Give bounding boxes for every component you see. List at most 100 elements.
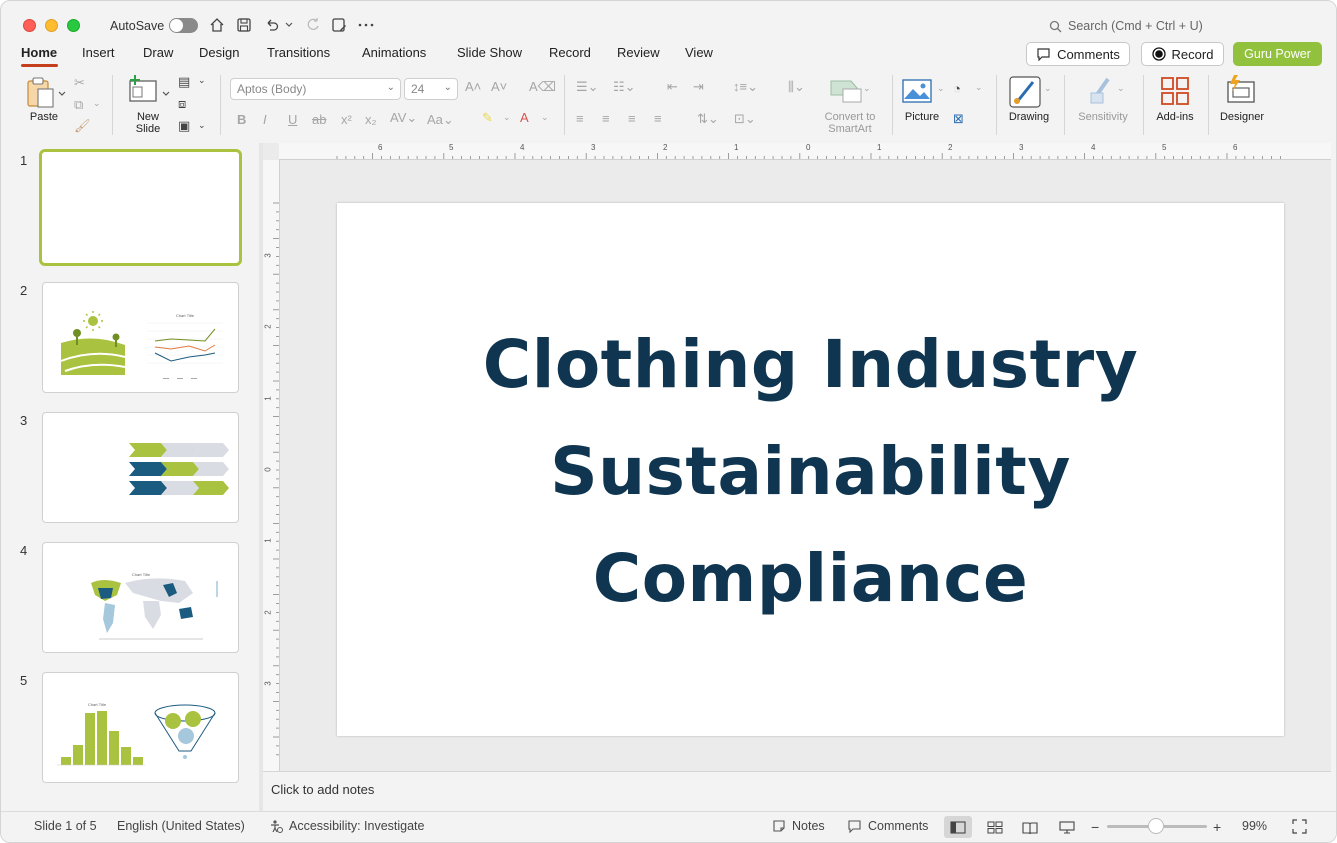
layout-dropdown-icon[interactable]: ⌄ bbox=[198, 75, 206, 86]
align-text-icon[interactable]: ⊡⌄ bbox=[734, 111, 756, 127]
language-indicator[interactable]: English (United States) bbox=[117, 819, 245, 833]
drawing-dropdown-icon[interactable]: ⌄ bbox=[1044, 83, 1052, 94]
clear-formatting-icon[interactable]: A⌫ bbox=[529, 79, 556, 95]
tab-transitions[interactable]: Transitions bbox=[267, 45, 330, 60]
drawing-icon[interactable] bbox=[1009, 76, 1041, 108]
section-dropdown-icon[interactable]: ⌄ bbox=[198, 120, 206, 131]
zoom-out-button[interactable]: − bbox=[1091, 819, 1099, 835]
shapes-icon[interactable]: ◔ bbox=[953, 81, 961, 96]
increase-indent-icon[interactable]: ⇥ bbox=[693, 79, 704, 95]
notes-toggle-button[interactable]: Notes bbox=[772, 819, 825, 833]
zoom-level[interactable]: 99% bbox=[1242, 819, 1267, 833]
save-as-icon[interactable] bbox=[329, 15, 349, 35]
tab-animations[interactable]: Animations bbox=[362, 45, 426, 60]
shapes-dropdown-icon[interactable]: ⌄ bbox=[975, 82, 983, 93]
character-spacing-icon[interactable]: AV⌄ bbox=[390, 110, 417, 126]
numbering-icon[interactable]: ☷⌄ bbox=[613, 79, 636, 95]
thumbnail-slide-5[interactable]: Chart Title bbox=[42, 672, 239, 783]
tab-review[interactable]: Review bbox=[617, 45, 660, 60]
cut-icon[interactable]: ✂ bbox=[74, 75, 85, 91]
change-case-icon[interactable]: Aa⌄ bbox=[427, 112, 454, 128]
slide-canvas[interactable]: Clothing Industry Sustainability Complia… bbox=[337, 203, 1284, 736]
highlight-icon[interactable]: ✎ bbox=[482, 110, 493, 126]
fit-to-window-button[interactable] bbox=[1292, 819, 1307, 837]
reading-view-button[interactable] bbox=[1016, 816, 1044, 838]
columns-icon[interactable]: ⫼⌄ bbox=[788, 79, 805, 95]
notes-pane[interactable]: Click to add notes bbox=[263, 771, 1331, 811]
text-direction-icon[interactable]: ⇅⌄ bbox=[697, 111, 719, 127]
undo-icon[interactable] bbox=[262, 15, 282, 35]
picture-icon[interactable] bbox=[902, 79, 932, 103]
font-size-select[interactable]: 24 ⌄ bbox=[404, 78, 458, 100]
reset-slide-icon[interactable]: ⧈ bbox=[178, 96, 186, 112]
section-icon[interactable]: ▣ bbox=[178, 118, 190, 134]
tab-home[interactable]: Home bbox=[21, 45, 57, 60]
font-name-select[interactable]: Aptos (Body) ⌄ bbox=[230, 78, 401, 100]
tab-slide-show[interactable]: Slide Show bbox=[457, 45, 522, 60]
sensitivity-dropdown-icon[interactable]: ⌄ bbox=[1117, 83, 1125, 94]
tab-insert[interactable]: Insert bbox=[82, 45, 115, 60]
close-window-button[interactable] bbox=[23, 19, 36, 32]
align-left-icon[interactable]: ≡ bbox=[576, 111, 584, 126]
tab-record[interactable]: Record bbox=[549, 45, 591, 60]
font-color-icon[interactable]: A bbox=[520, 110, 529, 125]
accessibility-checker[interactable]: Accessibility: Investigate bbox=[269, 819, 424, 833]
font-color-dropdown-icon[interactable]: ⌄ bbox=[541, 112, 549, 123]
guru-power-button[interactable]: Guru Power bbox=[1233, 42, 1322, 66]
normal-view-button[interactable] bbox=[944, 816, 972, 838]
tab-draw[interactable]: Draw bbox=[143, 45, 173, 60]
underline-icon[interactable]: U bbox=[288, 112, 297, 127]
increase-font-icon[interactable]: A˄ bbox=[465, 79, 481, 94]
save-icon[interactable] bbox=[234, 15, 254, 35]
tab-design[interactable]: Design bbox=[199, 45, 239, 60]
designer-icon[interactable] bbox=[1225, 74, 1257, 106]
align-right-icon[interactable]: ≡ bbox=[628, 111, 636, 126]
superscript-icon[interactable]: x² bbox=[341, 112, 352, 127]
thumbnail-slide-1[interactable] bbox=[39, 149, 242, 266]
more-options-icon[interactable] bbox=[356, 15, 376, 35]
paste-dropdown-icon[interactable] bbox=[58, 86, 68, 100]
italic-icon[interactable]: I bbox=[263, 112, 267, 127]
sensitivity-icon[interactable] bbox=[1088, 75, 1114, 105]
autosave-toggle[interactable] bbox=[169, 18, 198, 33]
search-bar[interactable]: Search (Cmd + Ctrl + U) bbox=[1049, 19, 1203, 33]
comments-button[interactable]: Comments bbox=[1026, 42, 1130, 66]
bold-icon[interactable]: B bbox=[237, 112, 246, 127]
zoom-in-button[interactable]: + bbox=[1213, 819, 1221, 835]
thumbnail-slide-2[interactable]: Chart Title bbox=[42, 282, 239, 393]
maximize-window-button[interactable] bbox=[67, 19, 80, 32]
text-box-icon[interactable]: ⊠ bbox=[953, 111, 964, 127]
smartart-dropdown-icon[interactable]: ⌄ bbox=[863, 83, 871, 94]
layout-icon[interactable]: ▤ bbox=[178, 74, 190, 90]
line-spacing-icon[interactable]: ↕≡⌄ bbox=[733, 79, 758, 95]
minimize-window-button[interactable] bbox=[45, 19, 58, 32]
thumbnail-slide-4[interactable]: Chart Title bbox=[42, 542, 239, 653]
slide-show-button[interactable] bbox=[1053, 816, 1081, 838]
zoom-slider-handle[interactable] bbox=[1148, 818, 1164, 834]
thumbnail-slide-3[interactable] bbox=[42, 412, 239, 523]
highlight-dropdown-icon[interactable]: ⌄ bbox=[503, 112, 511, 123]
align-center-icon[interactable]: ≡ bbox=[602, 111, 610, 126]
redo-icon[interactable] bbox=[303, 15, 323, 35]
copy-dropdown-icon[interactable]: ⌄ bbox=[93, 98, 101, 109]
decrease-font-icon[interactable]: A˅ bbox=[491, 79, 507, 94]
new-slide-icon[interactable] bbox=[128, 75, 158, 105]
record-button[interactable]: Record bbox=[1141, 42, 1224, 66]
justify-icon[interactable]: ≡ bbox=[654, 111, 662, 126]
picture-dropdown-icon[interactable]: ⌄ bbox=[937, 83, 945, 94]
bullets-icon[interactable]: ☰⌄ bbox=[576, 79, 599, 95]
new-slide-dropdown-icon[interactable] bbox=[162, 86, 170, 100]
comments-toggle-button[interactable]: Comments bbox=[847, 819, 928, 833]
undo-dropdown-icon[interactable] bbox=[282, 15, 296, 35]
slide-sorter-button[interactable] bbox=[981, 816, 1009, 838]
decrease-indent-icon[interactable]: ⇤ bbox=[667, 79, 678, 95]
slide-title[interactable]: Clothing Industry Sustainability Complia… bbox=[337, 311, 1284, 632]
strikethrough-icon[interactable]: ab bbox=[312, 112, 326, 127]
copy-icon[interactable]: ⧉ bbox=[74, 97, 83, 113]
format-painter-icon[interactable]: 🖌 bbox=[74, 118, 91, 134]
add-ins-icon[interactable] bbox=[1160, 76, 1190, 106]
subscript-icon[interactable]: x₂ bbox=[365, 112, 377, 127]
tab-view[interactable]: View bbox=[685, 45, 713, 60]
paste-icon[interactable] bbox=[25, 77, 59, 109]
home-icon[interactable] bbox=[207, 15, 227, 35]
